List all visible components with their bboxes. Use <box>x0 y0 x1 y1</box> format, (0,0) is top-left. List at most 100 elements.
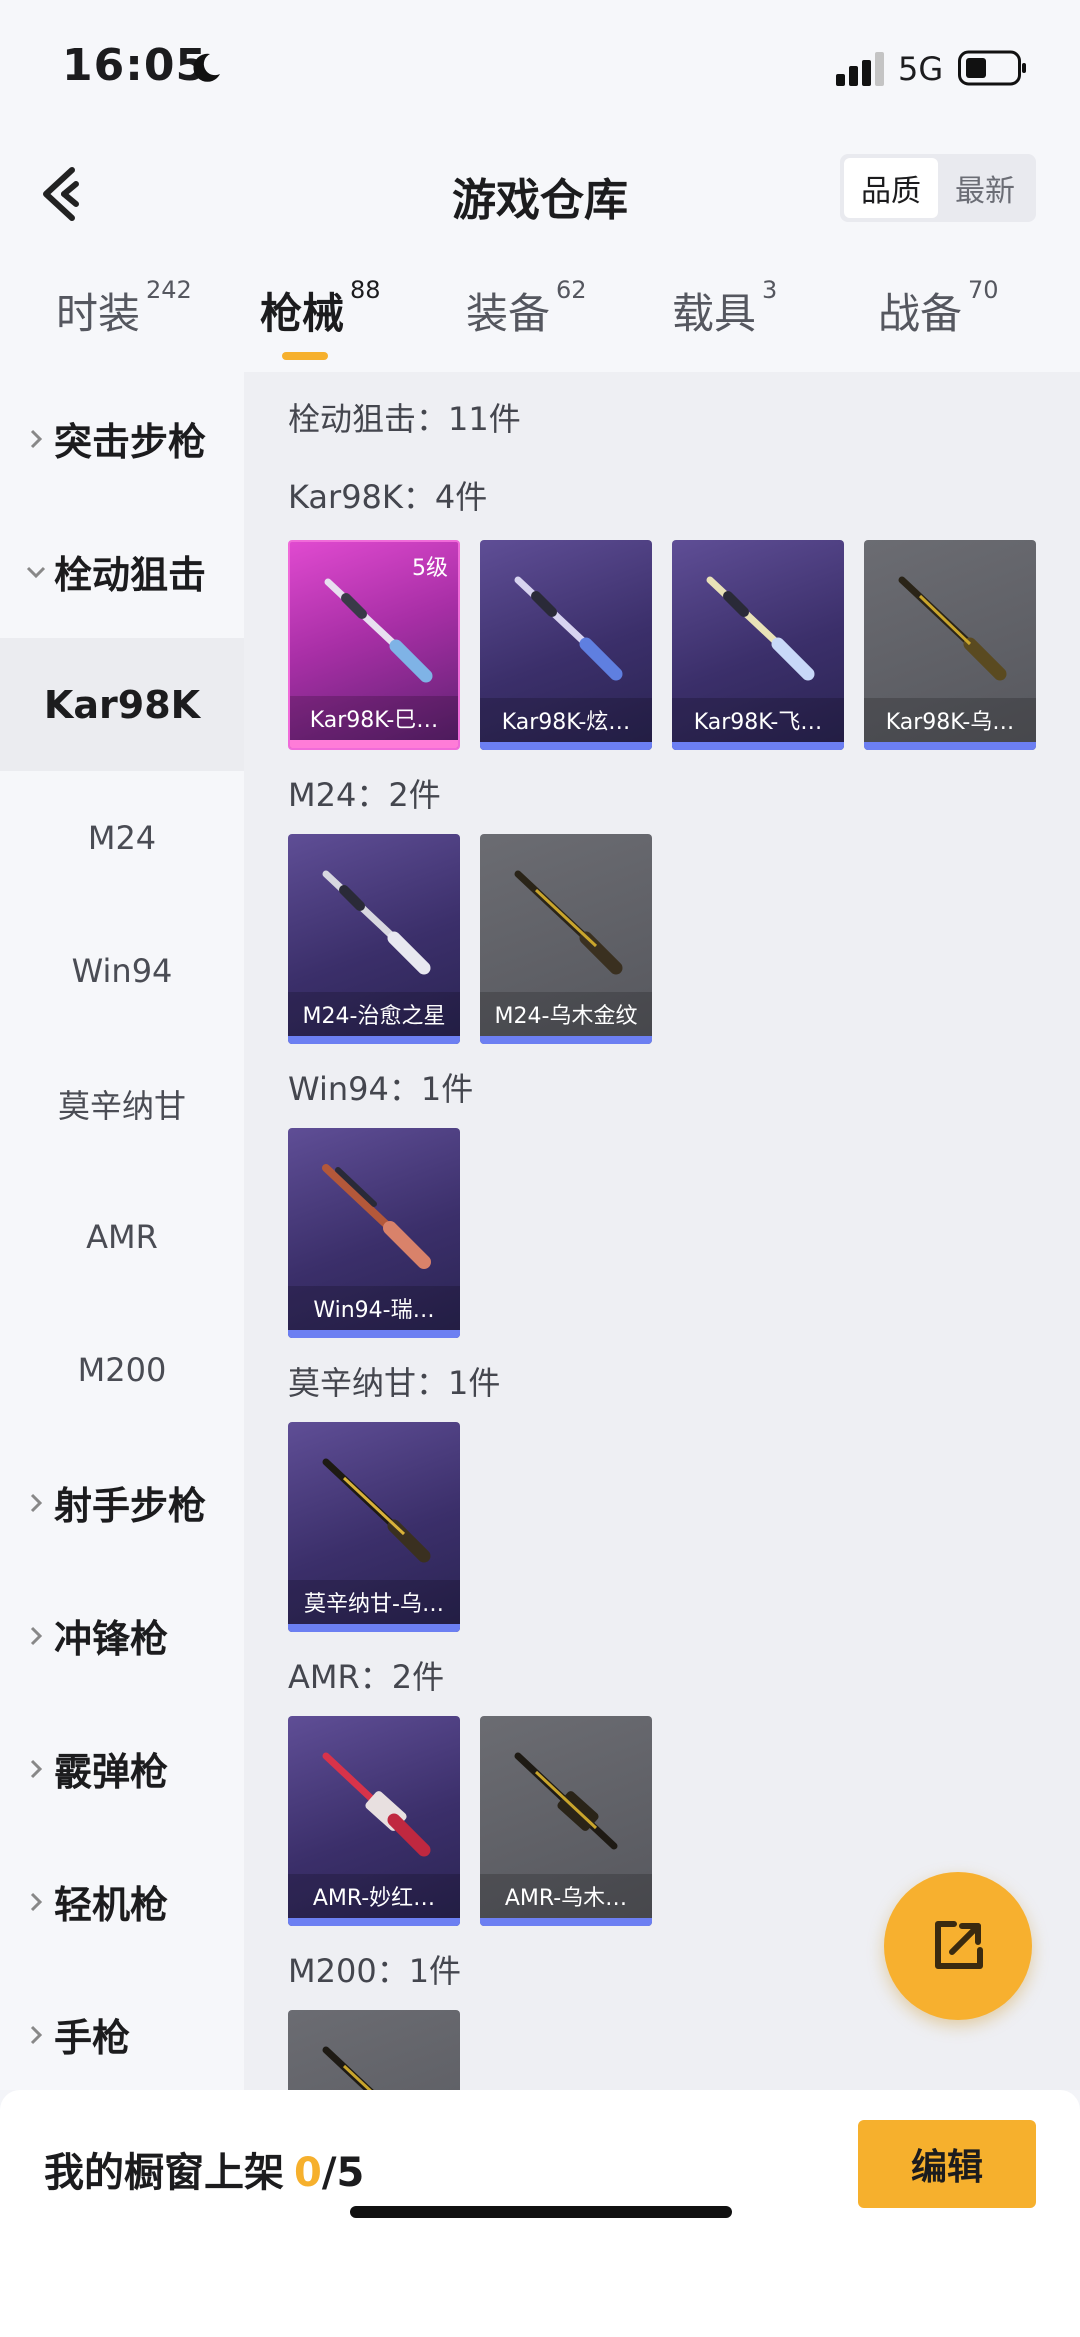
item-card[interactable]: AMR-乌木… <box>480 1716 652 1926</box>
tab-equipment[interactable]: 装备 62 <box>466 276 587 341</box>
showcase-label: 我的橱窗上架 <box>44 2150 284 2196</box>
item-name: M24-乌木金纹 <box>480 992 652 1036</box>
rifle-icon <box>322 870 431 975</box>
sidebar-group-label: 射手步枪 <box>54 1484 207 1528</box>
section-heading: AMR：2件 <box>288 1658 445 1696</box>
chevron-right-icon <box>30 1892 43 1911</box>
item-name: Kar98K-巳… <box>290 696 458 740</box>
sidebar-group-shotguns[interactable]: 霰弹枪 <box>0 1702 244 1835</box>
item-name: AMR-乌木… <box>480 1874 652 1918</box>
tab-count: 242 <box>146 276 192 304</box>
rarity-bar <box>480 742 652 750</box>
item-card[interactable] <box>288 2010 460 2090</box>
sidebar-group-marksman-rifles[interactable]: 射手步枪 <box>0 1436 244 1569</box>
sidebar-group-pistols[interactable]: 手枪 <box>0 1968 244 2101</box>
section-heading: 莫辛纳甘：1件 <box>288 1364 501 1402</box>
item-card[interactable]: Win94-瑞… <box>288 1128 460 1338</box>
tab-supplies[interactable]: 战备 70 <box>878 276 999 341</box>
sidebar: 突击步枪 栓动狙击 Kar98K M24 Win94 莫辛纳甘 AMR M200… <box>0 372 244 2090</box>
item-card[interactable]: M24-治愈之星 <box>288 834 460 1044</box>
rarity-bar <box>290 740 458 748</box>
category-tabs: 时装 242 枪械 88 装备 62 载具 3 战备 70 <box>0 260 1080 372</box>
sidebar-group-label: 轻机枪 <box>54 1883 169 1927</box>
tab-count: 62 <box>556 276 587 304</box>
chevron-right-icon <box>30 1493 43 1512</box>
chevron-right-icon <box>30 429 43 448</box>
sidebar-group-lmgs[interactable]: 轻机枪 <box>0 1835 244 1968</box>
sidebar-group-label: 霰弹枪 <box>54 1750 169 1794</box>
share-icon <box>935 1921 983 1969</box>
edit-button[interactable]: 编辑 <box>858 2120 1036 2208</box>
item-card[interactable]: 莫辛纳甘-乌… <box>288 1422 460 1632</box>
rifle-icon <box>514 576 623 681</box>
sidebar-item-amr[interactable]: AMR <box>0 1170 244 1303</box>
sidebar-group-bolt-snipers[interactable]: 栓动狙击 <box>0 505 244 638</box>
sidebar-item-kar98k[interactable]: Kar98K <box>0 638 244 771</box>
chevron-right-icon <box>30 1626 43 1645</box>
status-time: 16:05 <box>62 40 208 91</box>
item-card[interactable]: M24-乌木金纹 <box>480 834 652 1044</box>
item-name: Kar98K-乌… <box>864 698 1036 742</box>
sort-newest-button[interactable]: 最新 <box>938 158 1032 218</box>
item-name: AMR-妙红… <box>288 1874 460 1918</box>
sidebar-item-m24[interactable]: M24 <box>0 771 244 904</box>
item-card[interactable]: Kar98K-乌… <box>864 540 1036 750</box>
category-total: 栓动狙击：11件 <box>288 400 521 438</box>
tab-vehicles[interactable]: 载具 3 <box>672 276 777 341</box>
showcase-status: 我的橱窗上架 0 /5 <box>44 2140 364 2198</box>
rarity-bar <box>288 1624 460 1632</box>
rifle-icon <box>322 1164 431 1269</box>
tab-skins[interactable]: 时装 242 <box>56 276 192 341</box>
rarity-bar <box>288 1918 460 1926</box>
rarity-bar <box>288 1330 460 1338</box>
rarity-bar <box>864 742 1036 750</box>
tab-count: 88 <box>350 276 381 304</box>
tab-label: 时装 <box>56 289 141 338</box>
sidebar-item-win94[interactable]: Win94 <box>0 904 244 1037</box>
battery-icon <box>958 50 1026 86</box>
rifle-icon <box>324 578 433 683</box>
chevron-right-icon <box>30 1759 43 1778</box>
tab-weapons[interactable]: 枪械 88 <box>260 276 381 341</box>
chevron-down-icon <box>26 566 46 578</box>
sidebar-group-label: 手枪 <box>54 2016 131 2060</box>
item-name: Win94-瑞… <box>288 1286 460 1330</box>
sidebar-item-m200[interactable]: M200 <box>0 1303 244 1436</box>
header: 游戏仓库 品质 最新 <box>0 130 1080 260</box>
sidebar-group-label: 栓动狙击 <box>54 553 207 597</box>
section-heading: Win94：1件 <box>288 1070 474 1108</box>
sidebar-group-label: 突击步枪 <box>54 420 207 464</box>
section-heading: Kar98K：4件 <box>288 478 488 516</box>
sidebar-item-mosin[interactable]: 莫辛纳甘 <box>0 1037 244 1170</box>
sidebar-group-smgs[interactable]: 冲锋枪 <box>0 1569 244 1702</box>
sidebar-group-assault-rifles[interactable]: 突击步枪 <box>0 372 244 505</box>
tab-label: 枪械 <box>260 289 345 338</box>
rifle-icon <box>322 2046 374 2090</box>
item-card[interactable]: Kar98K-飞… <box>672 540 844 750</box>
showcase-used-count: 0 <box>294 2150 322 2196</box>
item-name: 莫辛纳甘-乌… <box>288 1580 460 1624</box>
item-card[interactable]: AMR-妙红… <box>288 1716 460 1926</box>
tab-count: 3 <box>762 276 778 304</box>
moon-icon <box>193 53 220 82</box>
item-card[interactable]: 5级 Kar98K-巳… <box>288 540 460 750</box>
rifle-icon <box>706 576 815 681</box>
rarity-bar <box>672 742 844 750</box>
showcase-total: /5 <box>321 2150 365 2196</box>
section-heading: M24：2件 <box>288 776 441 814</box>
tab-label: 装备 <box>466 289 551 338</box>
item-name: Kar98K-炫… <box>480 698 652 742</box>
item-card[interactable]: Kar98K-炫… <box>480 540 652 750</box>
sort-quality-button[interactable]: 品质 <box>844 158 938 218</box>
signal-icon <box>836 52 884 86</box>
rifle-icon <box>322 1458 431 1563</box>
tab-label: 载具 <box>672 289 757 338</box>
section-heading: M200：1件 <box>288 1952 462 1990</box>
rarity-bar <box>288 1036 460 1044</box>
tab-active-indicator <box>282 352 328 360</box>
rarity-bar <box>480 1036 652 1044</box>
item-name: M24-治愈之星 <box>288 992 460 1036</box>
rifle-icon <box>514 1752 618 1850</box>
rarity-bar <box>480 1918 652 1926</box>
share-button[interactable] <box>884 1872 1032 2020</box>
